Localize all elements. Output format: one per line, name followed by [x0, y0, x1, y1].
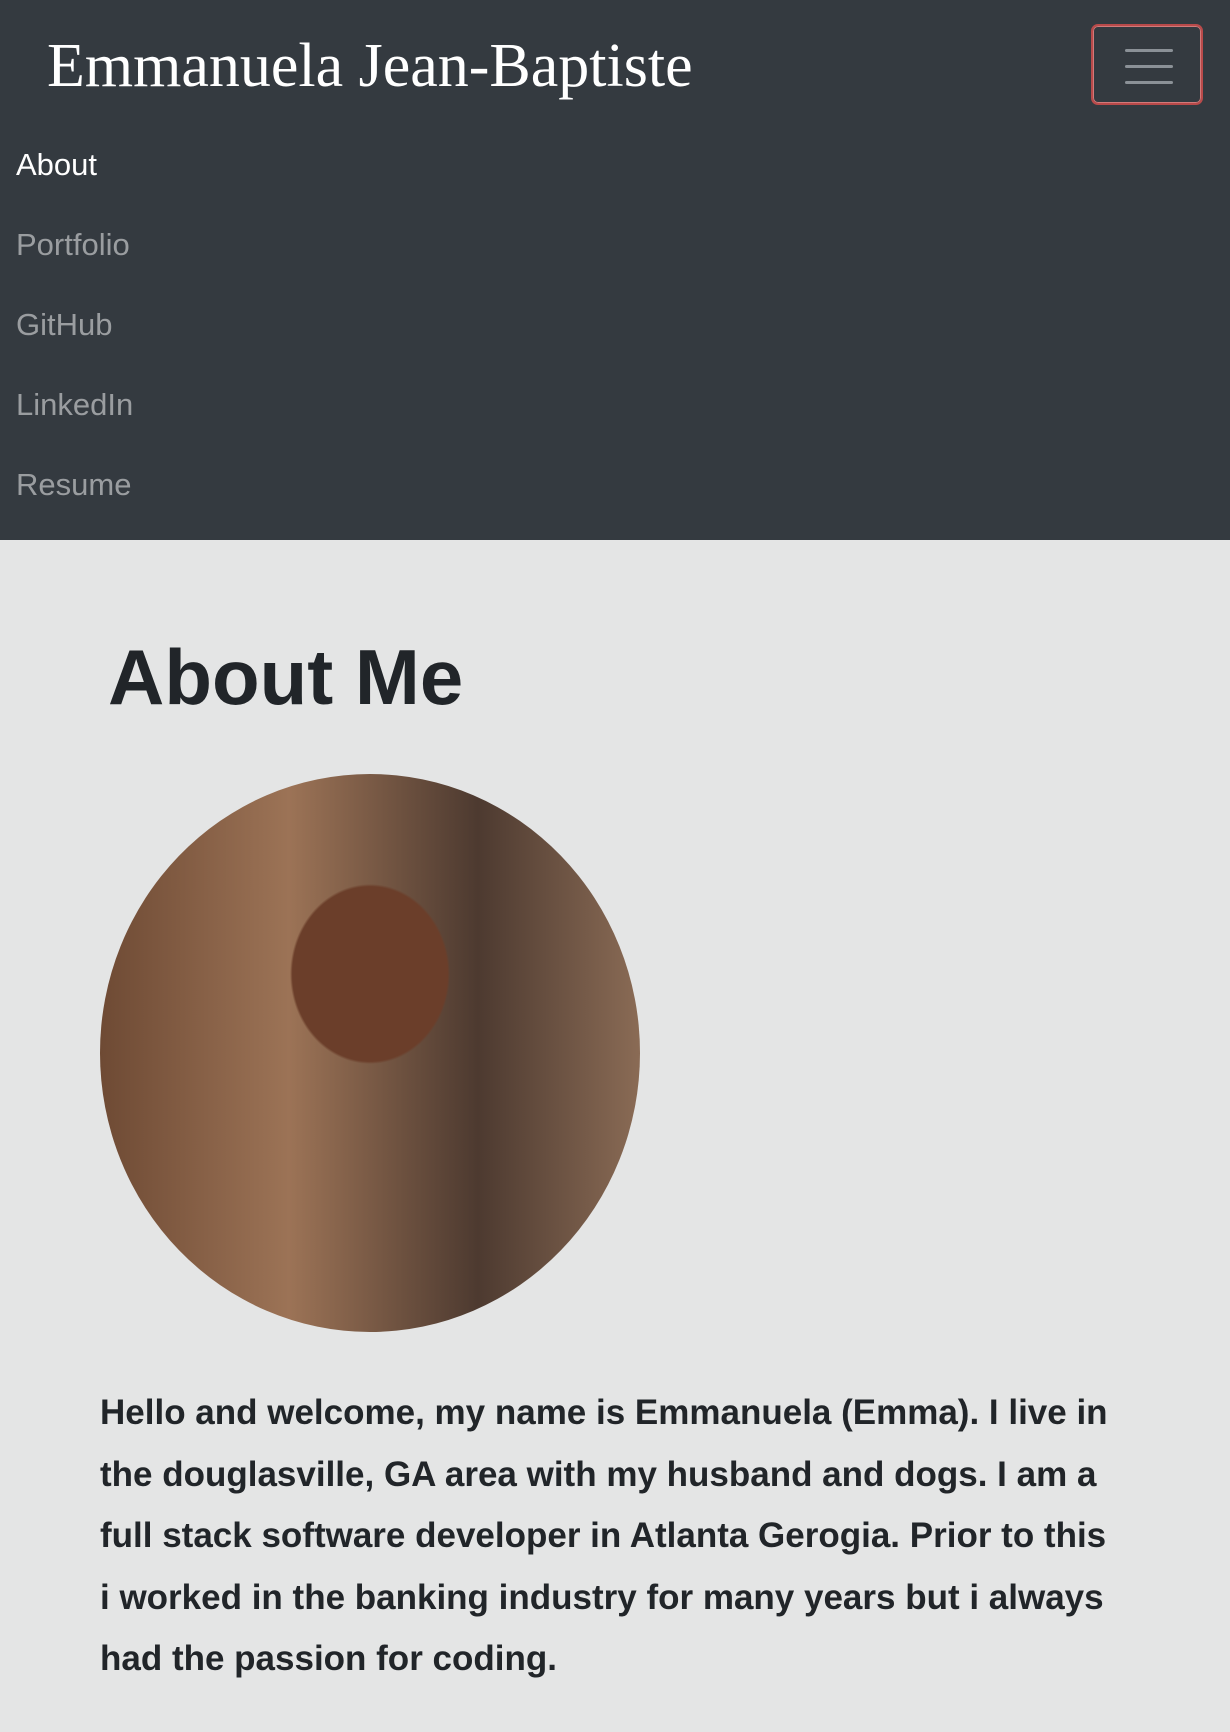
nav-link-resume[interactable]: Resume — [16, 460, 133, 540]
navbar: Emmanuela Jean-Baptiste About Portfolio … — [0, 0, 1230, 540]
nav-link-github[interactable]: GitHub — [16, 300, 133, 380]
nav-link-linkedin[interactable]: LinkedIn — [16, 380, 133, 460]
about-section: About Me Hello and welcome, my name is E… — [0, 540, 1230, 1732]
profile-photo — [100, 774, 640, 1332]
bio-paragraph: Hello and welcome, my name is Emmanuela … — [100, 1393, 1108, 1678]
page-title: About Me — [108, 633, 464, 721]
navbar-toggler-button[interactable] — [1091, 24, 1203, 105]
nav-link-about[interactable]: About — [16, 140, 133, 220]
nav-list: About Portfolio GitHub LinkedIn Resume — [16, 140, 133, 540]
brand-link[interactable]: Emmanuela Jean-Baptiste — [47, 28, 693, 104]
nav-link-portfolio[interactable]: Portfolio — [16, 220, 133, 300]
